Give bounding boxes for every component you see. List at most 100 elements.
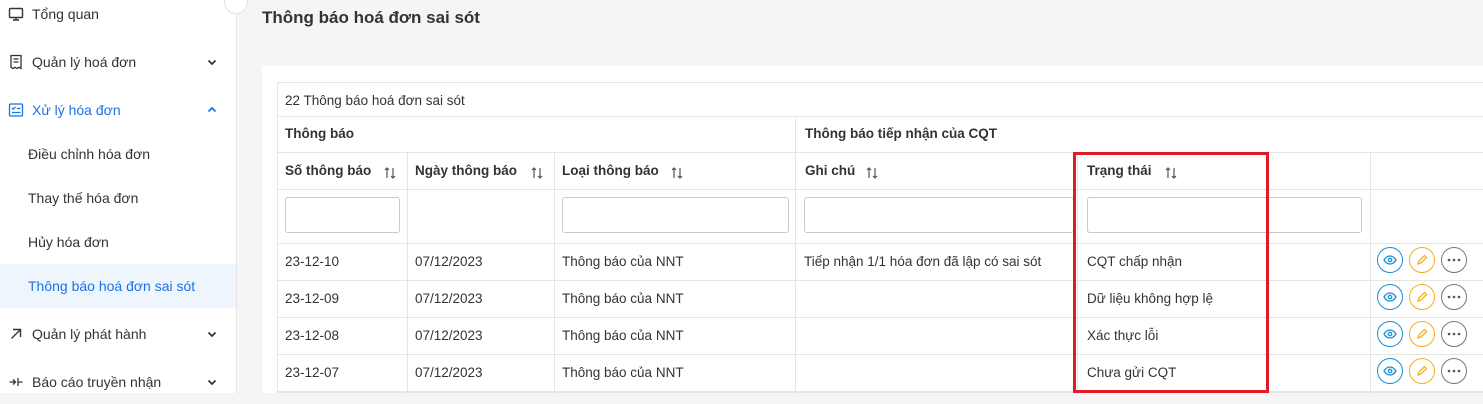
eye-icon	[1383, 366, 1397, 376]
filter-trang-thai-input[interactable]	[1087, 197, 1362, 233]
monitor-icon	[8, 7, 24, 21]
cell-loai-thong-bao: Thông báo của NNT	[562, 254, 684, 269]
column-header-trang-thai[interactable]: Trạng thái	[1087, 163, 1152, 178]
filter-loai-thong-bao-input[interactable]	[562, 197, 789, 233]
row-divider	[278, 243, 1483, 244]
checklist-icon	[8, 103, 24, 117]
row-divider	[278, 317, 1483, 318]
cell-trang-thai: CQT chấp nhận	[1087, 254, 1183, 269]
sort-icon[interactable]	[530, 166, 544, 180]
sidebar-item-label: Báo cáo truyền nhận	[32, 374, 162, 390]
filter-so-thong-bao-input[interactable]	[285, 197, 400, 233]
view-button[interactable]	[1377, 358, 1403, 384]
table-caption: 22 Thông báo hoá đơn sai sót	[285, 93, 465, 108]
group-header-notice: Thông báo	[285, 126, 354, 141]
edit-button[interactable]	[1409, 358, 1435, 384]
sidebar-item-overview[interactable]: Tổng quan	[0, 0, 236, 36]
sidebar-item-label: Xử lý hóa đơn	[32, 102, 121, 118]
sidebar-item-label: Tổng quan	[32, 6, 99, 22]
cell-ghi-chu: Tiếp nhận 1/1 hóa đơn đã lập có sai sót	[804, 254, 1042, 269]
cell-loai-thong-bao: Thông báo của NNT	[562, 365, 684, 380]
more-actions-button[interactable]	[1441, 321, 1467, 347]
group-header-cqt: Thông báo tiếp nhận của CQT	[805, 126, 997, 141]
sidebar-subitem-replace-invoice[interactable]: Thay thế hóa đơn	[0, 176, 236, 220]
sidebar-subitem-adjust-invoice[interactable]: Điều chỉnh hóa đơn	[0, 132, 236, 176]
cell-trang-thai: Xác thực lỗi	[1087, 328, 1159, 343]
row-divider	[278, 189, 1483, 190]
sidebar: Tổng quan Quản lý hoá đơn Xử lý hóa đơn …	[0, 0, 248, 393]
ellipsis-icon	[1447, 369, 1461, 373]
row-divider	[278, 280, 1483, 281]
column-header-ghi-chu[interactable]: Ghi chú	[805, 163, 855, 178]
col-divider	[1077, 152, 1078, 394]
view-button[interactable]	[1377, 321, 1403, 347]
sort-icon[interactable]	[865, 166, 879, 180]
sidebar-subitem-label: Thay thế hóa đơn	[28, 190, 139, 206]
row-divider	[278, 391, 1483, 392]
col-divider	[407, 152, 408, 394]
chevron-down-icon	[207, 379, 217, 386]
chevron-down-icon	[207, 331, 217, 338]
cell-so-thong-bao: 23-12-09	[285, 291, 340, 306]
cell-trang-thai: Chưa gửi CQT	[1087, 365, 1177, 380]
ellipsis-icon	[1447, 258, 1461, 262]
col-divider	[1370, 152, 1371, 394]
cell-trang-thai: Dữ liệu không hợp lệ	[1087, 291, 1213, 306]
cell-ngay-thong-bao: 07/12/2023	[415, 365, 483, 380]
ellipsis-icon	[1447, 332, 1461, 336]
eye-icon	[1383, 329, 1397, 339]
col-divider	[795, 116, 796, 394]
row-divider	[278, 354, 1483, 355]
sidebar-subitem-cancel-invoice[interactable]: Hủy hóa đơn	[0, 220, 236, 264]
sidebar-item-issuance-management[interactable]: Quản lý phát hành	[0, 312, 236, 356]
pencil-icon	[1416, 328, 1428, 340]
column-header-loai-thong-bao[interactable]: Loại thông báo	[562, 163, 659, 178]
row-divider	[278, 116, 1483, 117]
sidebar-subitem-label: Điều chỉnh hóa đơn	[28, 146, 151, 162]
view-button[interactable]	[1377, 247, 1403, 273]
sidebar-subitem-label: Thông báo hoá đơn sai sót	[28, 278, 196, 294]
sidebar-item-label: Quản lý phát hành	[32, 326, 147, 342]
arrow-up-right-icon	[11, 328, 22, 339]
cell-ngay-thong-bao: 07/12/2023	[415, 254, 483, 269]
sort-icon[interactable]	[1164, 166, 1178, 180]
transfer-icon	[9, 378, 23, 386]
cell-loai-thong-bao: Thông báo của NNT	[562, 328, 684, 343]
sidebar-item-transmission-report[interactable]: Báo cáo truyền nhận	[0, 360, 236, 404]
eye-icon	[1383, 292, 1397, 302]
sidebar-item-invoice-management[interactable]: Quản lý hoá đơn	[0, 40, 236, 84]
more-actions-button[interactable]	[1441, 284, 1467, 310]
view-button[interactable]	[1377, 284, 1403, 310]
cell-so-thong-bao: 23-12-10	[285, 254, 340, 269]
ellipsis-icon	[1447, 295, 1461, 299]
column-header-ngay-thong-bao[interactable]: Ngày thông báo	[415, 163, 517, 178]
chevron-down-icon	[207, 59, 217, 66]
pencil-icon	[1416, 365, 1428, 377]
more-actions-button[interactable]	[1441, 358, 1467, 384]
filter-ghi-chu-input[interactable]	[804, 197, 1074, 233]
cell-ngay-thong-bao: 07/12/2023	[415, 328, 483, 343]
receipt-icon	[10, 54, 22, 70]
sidebar-subitem-error-notice[interactable]: Thông báo hoá đơn sai sót	[0, 264, 236, 308]
cell-ngay-thong-bao: 07/12/2023	[415, 291, 483, 306]
sort-icon[interactable]	[383, 166, 397, 180]
cell-so-thong-bao: 23-12-08	[285, 328, 340, 343]
chevron-up-icon	[207, 106, 217, 113]
edit-button[interactable]	[1409, 247, 1435, 273]
sidebar-item-invoice-processing[interactable]: Xử lý hóa đơn	[0, 88, 236, 132]
cell-so-thong-bao: 23-12-07	[285, 365, 340, 380]
cell-loai-thong-bao: Thông báo của NNT	[562, 291, 684, 306]
column-header-so-thong-bao[interactable]: Số thông báo	[285, 163, 371, 178]
sidebar-subitem-label: Hủy hóa đơn	[28, 234, 109, 250]
col-divider	[554, 152, 555, 394]
more-actions-button[interactable]	[1441, 247, 1467, 273]
sort-icon[interactable]	[670, 166, 684, 180]
page-title: Thông báo hoá đơn sai sót	[262, 8, 480, 27]
edit-button[interactable]	[1409, 284, 1435, 310]
sidebar-item-label: Quản lý hoá đơn	[32, 54, 137, 70]
eye-icon	[1383, 255, 1397, 265]
row-divider	[278, 152, 1483, 153]
pencil-icon	[1416, 291, 1428, 303]
pencil-icon	[1416, 254, 1428, 266]
edit-button[interactable]	[1409, 321, 1435, 347]
